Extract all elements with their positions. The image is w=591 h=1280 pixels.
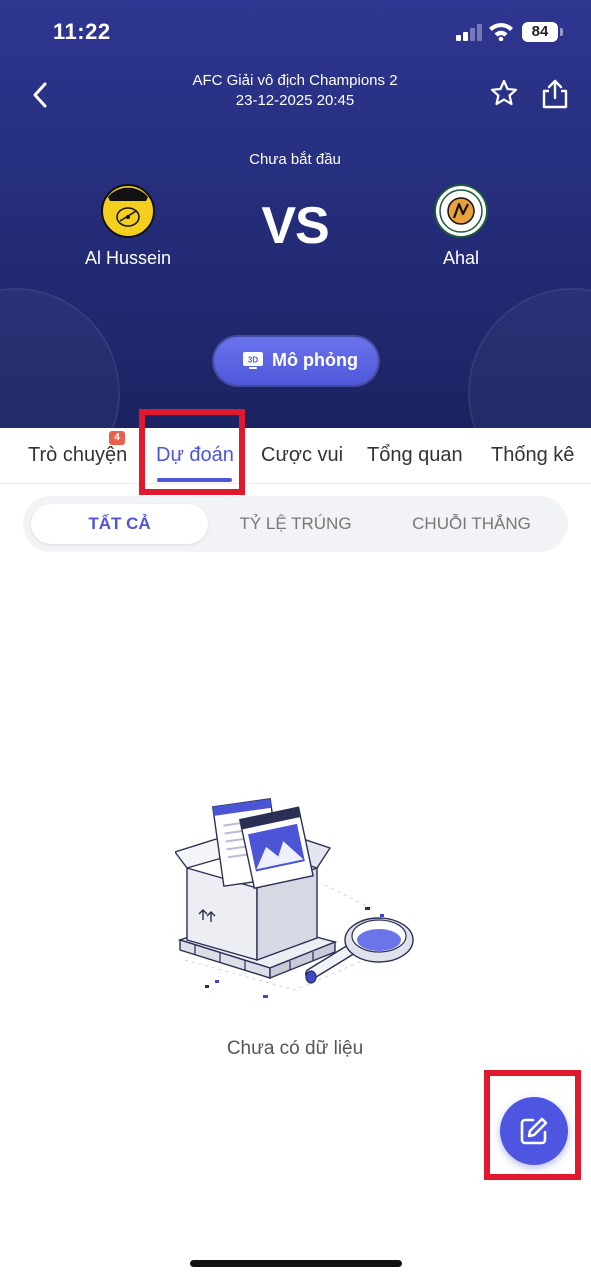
chat-count-badge: 4 [109,431,125,445]
match-header: 11:22 84 AFC Giải vô địch Champions 2 23… [0,0,591,428]
battery-indicator: 84 [522,22,563,42]
home-team[interactable]: Al Hussein [63,183,193,269]
back-button[interactable] [24,78,58,112]
home-indicator [190,1260,402,1267]
3d-screen-icon: 3D [243,352,263,369]
simulation-label: Mô phỏng [272,350,358,370]
favorite-star-icon[interactable] [489,78,519,108]
status-time: 11:22 [53,19,111,44]
tab-chat-label: Trò chuyện [28,444,128,466]
tab-chat[interactable]: Trò chuyện [28,444,127,467]
filter-segmented-control: TẤT CẢ TỶ LỆ TRÚNG CHUỖI THẮNG [23,496,568,552]
match-status: Chưa bắt đầu [249,151,341,168]
al-hussein-logo-icon [101,184,155,238]
tab-fun-bets-label: Cược vui [261,444,344,466]
football-decoration-left [0,288,120,428]
filter-all[interactable]: TẤT CẢ [31,504,208,544]
home-team-name: Al Hussein [84,248,172,268]
status-bar: 11:22 84 [0,0,591,64]
ahal-logo-icon [434,184,488,238]
empty-state-message: Chưa có dữ liệu [226,1038,364,1059]
match-datetime: 23-12-2025 20:45 [235,92,355,109]
share-icon[interactable] [540,78,570,110]
wifi-icon [489,23,513,41]
3d-badge-text: 3D [248,356,258,365]
versus-label: VS [261,197,329,255]
tab-statistics-label: Thống kê [491,444,575,466]
signal-icon [456,24,484,41]
tab-fun-bets[interactable]: Cược vui [261,444,343,467]
highlight-box-prediction-tab [139,409,245,495]
away-team-name: Ahal [442,248,480,268]
football-decoration-right [468,288,591,428]
tab-overview[interactable]: Tổng quan [367,444,463,467]
tab-bar: Trò chuyện 4 Dự đoán Cược vui Tổng quan … [0,428,591,484]
simulation-button[interactable]: 3D Mô phỏng [214,337,378,385]
filter-win-rate[interactable]: TỶ LỆ TRÚNG [208,504,383,544]
tab-overview-label: Tổng quan [367,444,463,466]
league-name: AFC Giải vô địch Champions 2 [192,72,398,89]
empty-box-illustration [175,798,414,998]
tab-statistics[interactable]: Thống kê [491,444,574,467]
away-team[interactable]: Ahal [396,183,526,269]
filter-win-streak[interactable]: CHUỖI THẮNG [383,504,560,544]
highlight-box-fab [484,1070,581,1180]
